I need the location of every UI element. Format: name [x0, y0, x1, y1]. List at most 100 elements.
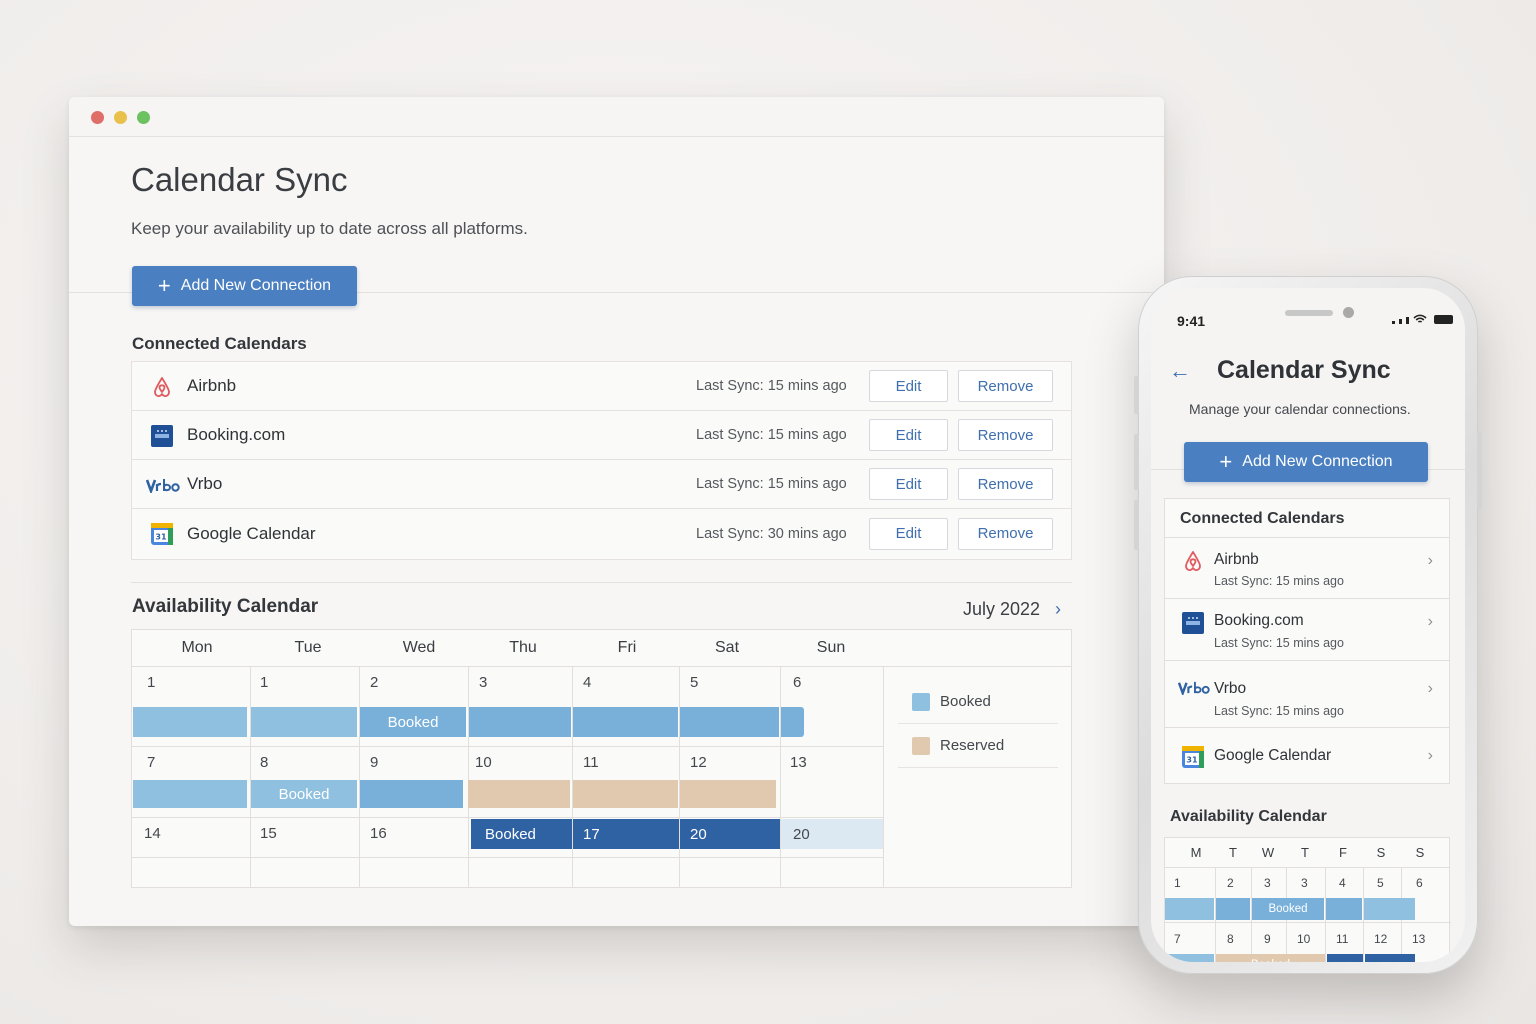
reserved-bar[interactable]: Booked [1216, 954, 1325, 962]
booked-bar[interactable] [251, 707, 357, 737]
weekday-label: Mon [181, 639, 213, 656]
connection-name: Airbnb [187, 376, 237, 395]
day-number[interactable]: 12 [690, 754, 707, 771]
next-month-chevron-icon[interactable]: › [1055, 599, 1061, 620]
reserved-bar[interactable] [573, 780, 678, 808]
svg-text:31: 31 [155, 533, 167, 542]
day-cell-highlight[interactable]: 20 [781, 819, 883, 849]
booked-bar[interactable] [680, 707, 779, 737]
booked-bar[interactable] [133, 707, 247, 737]
page-subtitle: Keep your availability up to date across… [131, 219, 528, 238]
booked-bar[interactable] [1326, 898, 1362, 920]
day-number[interactable]: 3 [1301, 876, 1308, 890]
grid-line [572, 667, 573, 888]
day-number[interactable]: 9 [370, 754, 378, 771]
booked-bar[interactable]: Booked [251, 780, 357, 808]
booked-bar[interactable] [1327, 954, 1363, 962]
edit-airbnb-button[interactable]: Edit [869, 370, 948, 402]
day-number[interactable]: 3 [479, 674, 487, 691]
booked-bar[interactable] [573, 707, 678, 737]
mobile-connected-calendars: Connected Calendars Airbnb Last Sync: 15… [1164, 498, 1450, 784]
booked-bar[interactable] [1364, 898, 1415, 920]
booked-bar[interactable] [1165, 898, 1214, 920]
day-number[interactable]: 1 [1174, 876, 1181, 890]
booked-bar[interactable]: Booked [471, 819, 572, 849]
close-window-button[interactable] [91, 111, 104, 124]
day-number[interactable]: 7 [1174, 932, 1181, 946]
booked-bar[interactable] [781, 707, 804, 737]
weekday-label: Fri [617, 639, 637, 656]
day-number[interactable]: 2 [1227, 876, 1234, 890]
day-number[interactable]: 16 [370, 825, 387, 842]
booked-bar[interactable] [469, 707, 571, 737]
day-number[interactable]: 8 [1227, 932, 1234, 946]
grid-line [679, 667, 680, 888]
reserved-bar[interactable] [680, 780, 776, 808]
day-number[interactable]: 5 [1377, 876, 1384, 890]
edit-google-calendar-button[interactable]: Edit [869, 517, 948, 550]
mobile-connection-vrbo[interactable]: Vrbo Last Sync: 15 mins ago › [1165, 660, 1449, 727]
remove-airbnb-button[interactable]: Remove [958, 370, 1053, 402]
add-new-connection-button[interactable]: + Add New Connection [132, 266, 357, 306]
mobile-connection-airbnb[interactable]: Airbnb Last Sync: 15 mins ago › [1165, 537, 1449, 598]
grid-line [132, 857, 883, 858]
edit-booking-button[interactable]: Edit [869, 419, 948, 451]
day-number[interactable]: 5 [690, 674, 698, 691]
day-number[interactable]: 9 [1264, 932, 1271, 946]
day-number[interactable]: 1 [260, 674, 268, 691]
mobile-add-new-connection-button[interactable]: + Add New Connection [1184, 442, 1428, 482]
booked-bar[interactable]: 17 [573, 819, 679, 849]
status-time: 9:41 [1177, 313, 1206, 329]
back-arrow-icon[interactable]: ← [1169, 358, 1191, 384]
day-number[interactable]: 3 [1264, 876, 1271, 890]
mobile-connection-google-calendar[interactable]: 31 Google Calendar › [1165, 727, 1449, 784]
grid-line [132, 817, 883, 818]
last-sync-text: Last Sync: 15 mins ago [1214, 704, 1344, 718]
day-number[interactable]: 6 [793, 674, 801, 691]
maximize-window-button[interactable] [137, 111, 150, 124]
availability-calendar: Mon Tue Wed Thu Fri Sat Sun 1 1 2 3 4 5 … [131, 629, 1072, 888]
day-number[interactable]: 11 [583, 754, 599, 771]
minimize-window-button[interactable] [114, 111, 127, 124]
weekday-header: M T W T F S S [1165, 838, 1449, 868]
side-button [1477, 432, 1482, 510]
booked-bar[interactable]: Booked [1252, 898, 1324, 920]
booked-bar[interactable]: 20 [680, 819, 780, 849]
edit-vrbo-button[interactable]: Edit [869, 468, 948, 500]
signal-icon [1406, 317, 1409, 324]
mobile-connection-booking[interactable]: Booking.com Last Sync: 15 mins ago › [1165, 598, 1449, 660]
day-number[interactable]: 8 [260, 754, 268, 771]
reserved-bar[interactable] [468, 780, 570, 808]
last-sync-text: Last Sync: 15 mins ago [1214, 574, 1344, 588]
remove-google-calendar-button[interactable]: Remove [958, 517, 1053, 550]
booked-bar[interactable] [1216, 898, 1250, 920]
day-number[interactable]: 13 [790, 754, 807, 771]
calendar-legend: Booked Reserved [898, 680, 1058, 768]
day-number[interactable]: 10 [1297, 932, 1310, 946]
booked-bar[interactable] [1165, 954, 1214, 962]
camera-dot [1343, 307, 1354, 318]
day-number[interactable]: 15 [260, 825, 277, 842]
booked-bar[interactable] [1365, 954, 1415, 962]
day-number[interactable]: 6 [1416, 876, 1423, 890]
day-number[interactable]: 1 [147, 674, 155, 691]
grid-line [1165, 922, 1451, 923]
day-number[interactable]: 13 [1412, 932, 1425, 946]
booked-bar[interactable]: Booked [360, 707, 466, 737]
day-number[interactable]: 11 [1336, 932, 1348, 946]
weekday-label: T [1229, 845, 1237, 860]
day-number[interactable]: 4 [583, 674, 591, 691]
remove-vrbo-button[interactable]: Remove [958, 468, 1053, 500]
connection-name: Vrbo [1214, 680, 1247, 697]
day-number[interactable]: 7 [147, 754, 155, 771]
day-number[interactable]: 14 [144, 825, 161, 842]
day-number[interactable]: 4 [1339, 876, 1346, 890]
day-number[interactable]: 2 [370, 674, 378, 691]
weekday-label: Thu [509, 639, 537, 656]
day-number[interactable]: 12 [1374, 932, 1387, 946]
booked-bar[interactable] [360, 780, 463, 808]
last-sync-text: Last Sync: 15 mins ago [1214, 636, 1344, 650]
day-number[interactable]: 10 [475, 754, 492, 771]
remove-booking-button[interactable]: Remove [958, 419, 1053, 451]
booked-bar[interactable] [133, 780, 247, 808]
